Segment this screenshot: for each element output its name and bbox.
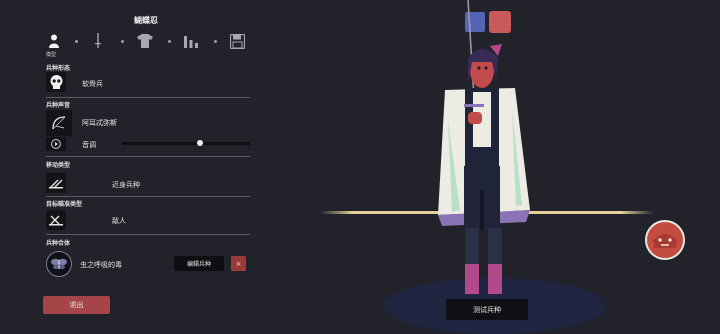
fusion-unit-avatar[interactable]: [46, 251, 72, 277]
unit-shield-button[interactable]: [645, 220, 685, 260]
armor-icon: [137, 34, 153, 48]
divider: [46, 156, 250, 157]
step-save[interactable]: [227, 31, 247, 51]
fusion-value: 虫之呼吸的毒: [80, 261, 122, 269]
stats-icon: [184, 36, 198, 48]
step-dot: [214, 40, 217, 43]
step-dot: [75, 40, 78, 43]
unit-character: [438, 0, 530, 294]
pitch-slider[interactable]: [122, 140, 250, 146]
step-model[interactable]: [44, 31, 64, 51]
targeting-selector[interactable]: [46, 210, 66, 230]
pitch-label: 音调: [82, 141, 96, 149]
unit-name-title: 蝴蝶忍: [134, 16, 158, 25]
form-selector[interactable]: [46, 72, 66, 92]
section-fusion-label: 兵种合体: [46, 240, 71, 247]
step-dot: [121, 40, 124, 43]
unit-editor-panel: 蝴蝶忍 模型 兵种形态 软骨兵 兵种声音 阿耳忒弥斯 音调 移动类型 近身兵种 …: [40, 0, 252, 333]
test-unit-button[interactable]: 测试兵种: [446, 299, 528, 320]
form-value: 软骨兵: [82, 80, 103, 88]
divider: [46, 97, 250, 98]
pitch-slider-fill: [122, 142, 201, 145]
step-dot: [168, 40, 171, 43]
movement-value: 近身兵种: [112, 181, 140, 189]
remove-fusion-button[interactable]: ×: [231, 256, 246, 271]
target-enemy-icon: [49, 215, 63, 226]
butterfly-icon: [51, 258, 67, 270]
pitch-slider-knob[interactable]: [197, 140, 204, 146]
targeting-value: 敌人: [112, 217, 126, 225]
step-weapon[interactable]: [88, 31, 108, 51]
section-form-label: 兵种形态: [46, 65, 71, 72]
person-icon: [49, 34, 59, 48]
edit-unit-button[interactable]: 编辑兵种: [174, 256, 224, 271]
bow-icon: [52, 116, 66, 130]
editor-step-bar: 模型: [40, 31, 252, 58]
melee-icon: [49, 179, 63, 189]
divider: [46, 196, 250, 197]
unit-preview-scene: 测试兵种: [260, 0, 720, 334]
step-clothing[interactable]: [135, 31, 155, 51]
step-stats[interactable]: [181, 31, 201, 51]
skull-icon: [50, 74, 62, 89]
divider: [46, 234, 250, 235]
save-icon: [229, 33, 245, 49]
voice-selector[interactable]: [46, 110, 72, 136]
play-icon: [51, 139, 61, 149]
sword-icon: [95, 33, 101, 48]
exit-button[interactable]: 退出: [43, 296, 110, 314]
section-targeting-label: 目标瞄准类型: [46, 201, 83, 208]
voice-play-button[interactable]: [46, 137, 66, 151]
movement-selector[interactable]: [46, 173, 66, 193]
section-voice-label: 兵种声音: [46, 102, 71, 109]
step-model-label: 模型: [46, 52, 57, 58]
voice-value: 阿耳忒弥斯: [82, 119, 117, 127]
section-movement-label: 移动类型: [46, 162, 71, 169]
unit-face-icon: [652, 234, 678, 248]
